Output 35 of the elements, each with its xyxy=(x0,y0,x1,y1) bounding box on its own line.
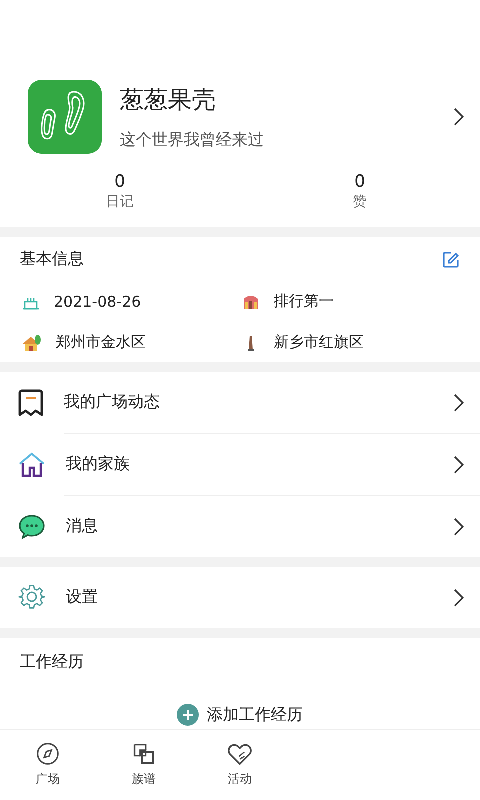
chevron-right-icon xyxy=(454,456,464,474)
compass-icon xyxy=(36,742,60,766)
section-title: 工作经历 xyxy=(20,652,85,673)
user-motto: 这个世界我曾经来过 xyxy=(120,130,265,150)
stat-label: 日记 xyxy=(106,193,134,211)
add-work-button[interactable]: 添加工作经历 xyxy=(177,704,303,730)
stat-count: 0 xyxy=(114,172,126,192)
menu-item[interactable]: 我的家族 xyxy=(0,434,480,495)
nav-tab[interactable]: 活动 xyxy=(192,730,288,800)
bookmark-icon xyxy=(18,388,44,416)
menu-item[interactable]: 消息 xyxy=(0,496,480,557)
info-text: 2021-08-26 xyxy=(54,292,142,310)
linked-squares-icon xyxy=(132,742,156,766)
info-text: 排行第一 xyxy=(274,292,334,311)
nav-tab[interactable]: 广场 xyxy=(0,730,96,800)
chevron-right-icon xyxy=(454,108,464,126)
info-text: 新乡市红旗区 xyxy=(274,333,364,352)
stat-label: 赞 xyxy=(353,193,367,211)
house-icon xyxy=(22,334,42,352)
info-text: 郑州市金水区 xyxy=(56,333,146,352)
heart-icon xyxy=(227,742,253,766)
user-name: 葱葱果壳 xyxy=(120,84,217,116)
nav-tab[interactable]: 族谱 xyxy=(96,730,192,800)
menu-item[interactable]: 我的广场动态 xyxy=(0,372,480,433)
section-title: 基本信息 xyxy=(20,249,84,270)
chevron-right-icon xyxy=(454,394,464,412)
chevron-right-icon xyxy=(454,588,464,606)
stat-count: 0 xyxy=(354,172,366,192)
plus-icon xyxy=(177,704,199,726)
gear-icon xyxy=(18,584,46,612)
chat-bubble-icon xyxy=(18,512,46,540)
menu-item[interactable]: 设置 xyxy=(0,567,480,628)
edit-icon[interactable] xyxy=(442,250,460,268)
chevron-right-icon xyxy=(454,518,464,536)
house-icon xyxy=(18,450,46,478)
